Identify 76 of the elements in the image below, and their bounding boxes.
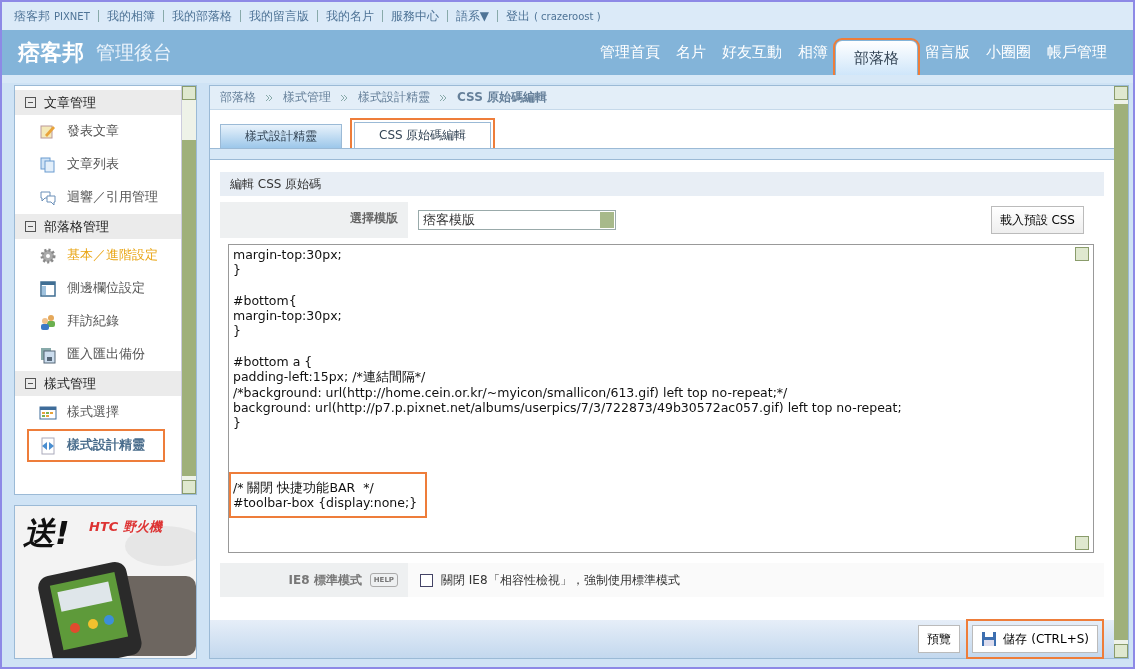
tab[interactable]: CSS 原始碼編輯	[354, 122, 492, 148]
item-icon	[39, 188, 57, 207]
sidebar-item[interactable]: 樣式設計精靈	[27, 429, 165, 462]
top-link[interactable]: 我的部落格	[171, 7, 232, 25]
sidebar-item[interactable]: 拜訪紀錄	[15, 305, 181, 338]
nav-tab[interactable]: 好友互動	[714, 30, 790, 75]
breadcrumb-link[interactable]: CSS 原始碼編輯	[457, 89, 547, 106]
code-line: }	[233, 262, 242, 278]
sidebar-item[interactable]: 迴響／引用管理	[15, 181, 181, 214]
code-line: }	[233, 323, 242, 339]
sidebar-item[interactable]: 基本／進階設定	[15, 239, 181, 272]
nav-tab[interactable]: 相簿	[790, 30, 836, 75]
nav-tab[interactable]: 小圈圈	[978, 30, 1039, 75]
top-link[interactable]: 服務中心	[390, 7, 439, 25]
item-icon	[39, 403, 57, 422]
collapse-icon[interactable]	[25, 378, 36, 389]
template-dropdown[interactable]: 痞客模版	[418, 210, 616, 230]
floppy-icon	[981, 631, 998, 647]
chevron-icon	[341, 94, 348, 101]
code-line: }	[233, 415, 242, 431]
save-button[interactable]: 儲存 (CTRL+S)	[972, 625, 1098, 653]
chevron-icon	[440, 94, 447, 101]
top-link[interactable]: 語系▼	[455, 7, 489, 25]
ad-banner[interactable]: 送! HTC 野火機	[14, 505, 197, 659]
sidebar-item[interactable]: 樣式選擇	[15, 396, 181, 429]
app-title: 管理後台	[96, 39, 172, 65]
sidebar-item[interactable]: 發表文章	[15, 115, 181, 148]
code-line: margin-top:30px;	[233, 308, 342, 324]
item-icon	[39, 345, 57, 364]
code-line: /* 關閉 快捷功能BAR */	[233, 479, 375, 496]
scrollbar[interactable]	[1114, 86, 1128, 658]
item-icon	[39, 246, 57, 265]
collapse-icon[interactable]	[25, 97, 36, 108]
top-link[interactable]: 我的相簿	[106, 7, 155, 25]
top-link[interactable]: 登出 ( crazeroost )	[506, 7, 601, 25]
code-line: #bottom{	[233, 292, 298, 309]
checkbox-label[interactable]: 關閉 IE8「相容性檢視」，強制使用標準模式	[441, 571, 680, 589]
logo[interactable]: 痞客邦	[18, 37, 84, 68]
scrollbar[interactable]	[181, 86, 196, 494]
ad-headline: 送!	[23, 513, 70, 554]
sidebar-item[interactable]: 匯入匯出備份	[15, 338, 181, 371]
section-title: 編輯 CSS 原始碼	[220, 172, 1104, 196]
field-label: IE8 標準模式	[288, 571, 362, 589]
item-icon	[39, 122, 57, 141]
code-line: background: url(http://p7.p.pixnet.net/albums/userpics/7/3/722873/49b30572ac057.gif) left top no-repeat;	[233, 399, 902, 416]
sidebar-item[interactable]: 側邊欄位設定	[15, 272, 181, 305]
code-editor[interactable]	[228, 244, 1094, 553]
item-icon	[39, 436, 57, 455]
top-link[interactable]: 痞客邦 PIXNET	[14, 7, 90, 25]
code-line: /*background: url(http://home.cein.or.kr/~myicon/smallicon/613.gif) left top no-repeat;*/	[233, 384, 789, 400]
nav-tab[interactable]: 帳戶管理	[1039, 30, 1115, 75]
nav-tab[interactable]: 部落格	[836, 41, 917, 75]
load-default-button[interactable]: 載入預設 CSS	[990, 206, 1084, 234]
nav-tab[interactable]: 名片	[668, 30, 714, 75]
code-line: #bottom a {	[233, 354, 314, 370]
nav-tab[interactable]: 留言版	[917, 30, 978, 75]
item-icon	[39, 312, 57, 331]
code-line: padding-left:15px; /*連結間隔*/	[233, 369, 427, 385]
breadcrumb-link[interactable]: 樣式管理	[283, 89, 331, 106]
breadcrumb-link[interactable]: 樣式設計精靈	[358, 89, 430, 106]
nav-tab[interactable]: 管理首頁	[592, 30, 668, 75]
top-link[interactable]: 我的名片	[325, 7, 374, 25]
field-label: 選擇模版	[220, 202, 408, 238]
collapse-icon[interactable]	[25, 221, 36, 232]
checkbox[interactable]	[420, 573, 433, 587]
breadcrumb-link[interactable]: 部落格	[220, 89, 256, 106]
chevron-icon	[266, 94, 273, 101]
code-line: margin-top:30px;	[233, 247, 342, 263]
tab[interactable]: 樣式設計精靈	[220, 124, 342, 148]
preview-button[interactable]: 預覽	[918, 625, 961, 653]
ad-product: HTC 野火機	[89, 518, 162, 536]
item-icon	[39, 155, 57, 174]
sidebar-item[interactable]: 文章列表	[15, 148, 181, 181]
item-icon	[39, 279, 57, 298]
code-line: #toolbar-box {display:none;}	[233, 495, 418, 511]
top-link[interactable]: 我的留言版	[248, 7, 309, 25]
